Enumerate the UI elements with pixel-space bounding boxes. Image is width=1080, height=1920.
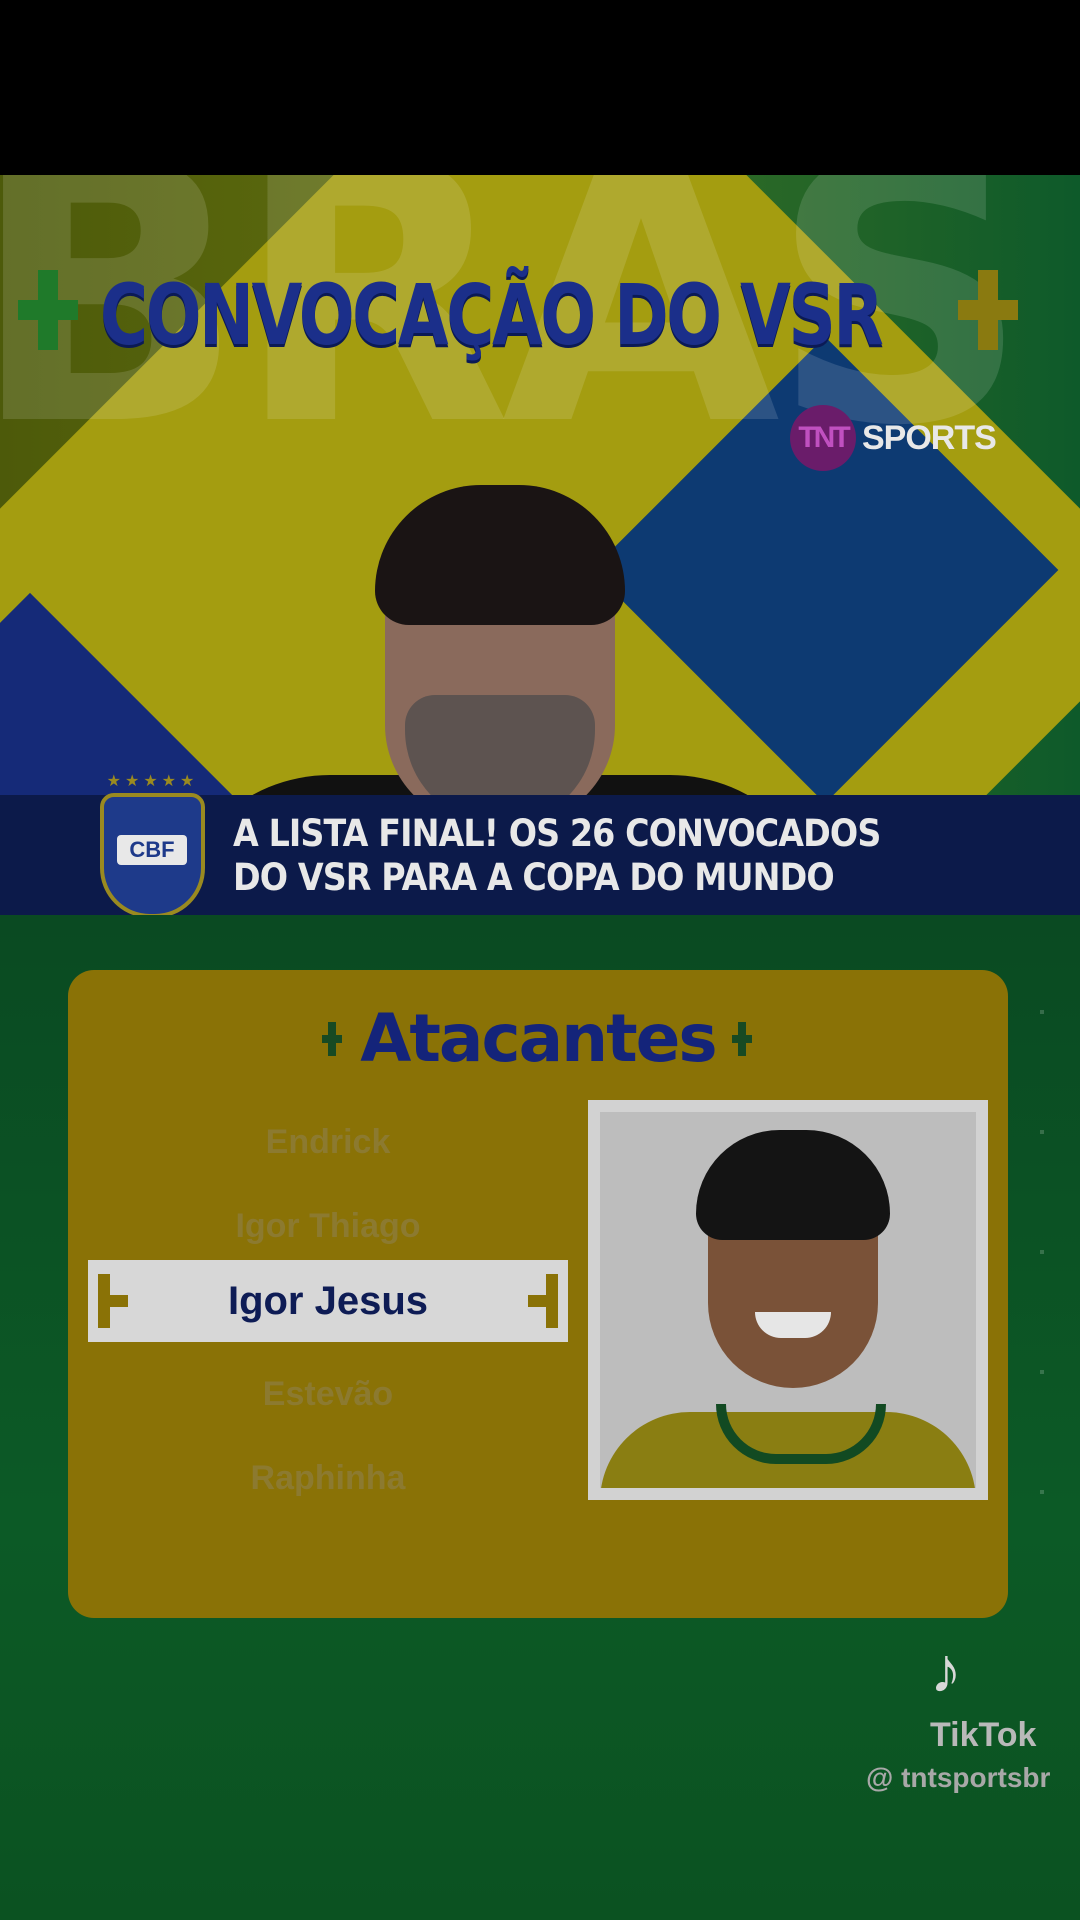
tiktok-wordmark: TikTok <box>930 1716 1037 1754</box>
show-title: CONVOCAÇÃO DO VSR <box>100 266 884 364</box>
black-letterbox <box>0 0 1080 175</box>
lower-third-line-1: A LISTA FINAL! OS 26 CONVOCADOS <box>233 812 881 855</box>
list-item: Endrick <box>265 1123 391 1161</box>
decor-dot <box>1040 1010 1044 1014</box>
decor-dot <box>1040 1370 1044 1374</box>
tnt-logo-icon: TNT <box>790 405 856 471</box>
portrait-hair <box>696 1130 890 1240</box>
bracket-left-icon <box>98 1274 128 1328</box>
bracket-right-icon <box>528 1274 558 1328</box>
decor-dot <box>1040 1130 1044 1134</box>
cbf-crest-icon: ★★★★★ CBF <box>95 773 210 920</box>
plus-left-icon <box>18 270 78 350</box>
lower-third-line-2: DO VSR PARA A COPA DO MUNDO <box>233 856 835 899</box>
presenter-hair <box>375 485 625 625</box>
channel-name: SPORTS <box>862 418 997 457</box>
card-title: Atacantes <box>360 1000 717 1077</box>
list-item: Igor Thiago <box>235 1207 421 1245</box>
player-portrait-icon <box>600 1112 976 1488</box>
selected-player-name: Igor Jesus <box>227 1279 429 1323</box>
crest-label: CBF <box>117 835 187 865</box>
player-list: Endrick Igor Thiago Estevão Raphinha Igo… <box>88 1100 568 1520</box>
list-item: Estevão <box>262 1375 394 1413</box>
presenter <box>170 475 830 795</box>
plus-right-icon <box>958 270 1018 350</box>
tiktok-handle: @ tntsportsbr <box>866 1762 1051 1793</box>
decor-dot <box>1040 1250 1044 1254</box>
player-photo <box>588 1100 988 1500</box>
crest-stars-icon: ★★★★★ <box>106 773 199 790</box>
lower-third-text: A LISTA FINAL! OS 26 CONVOCADOS DO VSR P… <box>233 812 881 900</box>
list-item: Raphinha <box>250 1459 406 1497</box>
tnt-sports-logo: TNT SPORTS <box>790 405 997 471</box>
presenter-beard <box>405 695 595 795</box>
decor-dot <box>1040 1490 1044 1494</box>
video-frame: BRAS CONVOCAÇÃO DO VSR TNT SPORTS ★★★★★ … <box>0 0 1080 1920</box>
tiktok-logo-icon: ♪ <box>930 1634 962 1706</box>
